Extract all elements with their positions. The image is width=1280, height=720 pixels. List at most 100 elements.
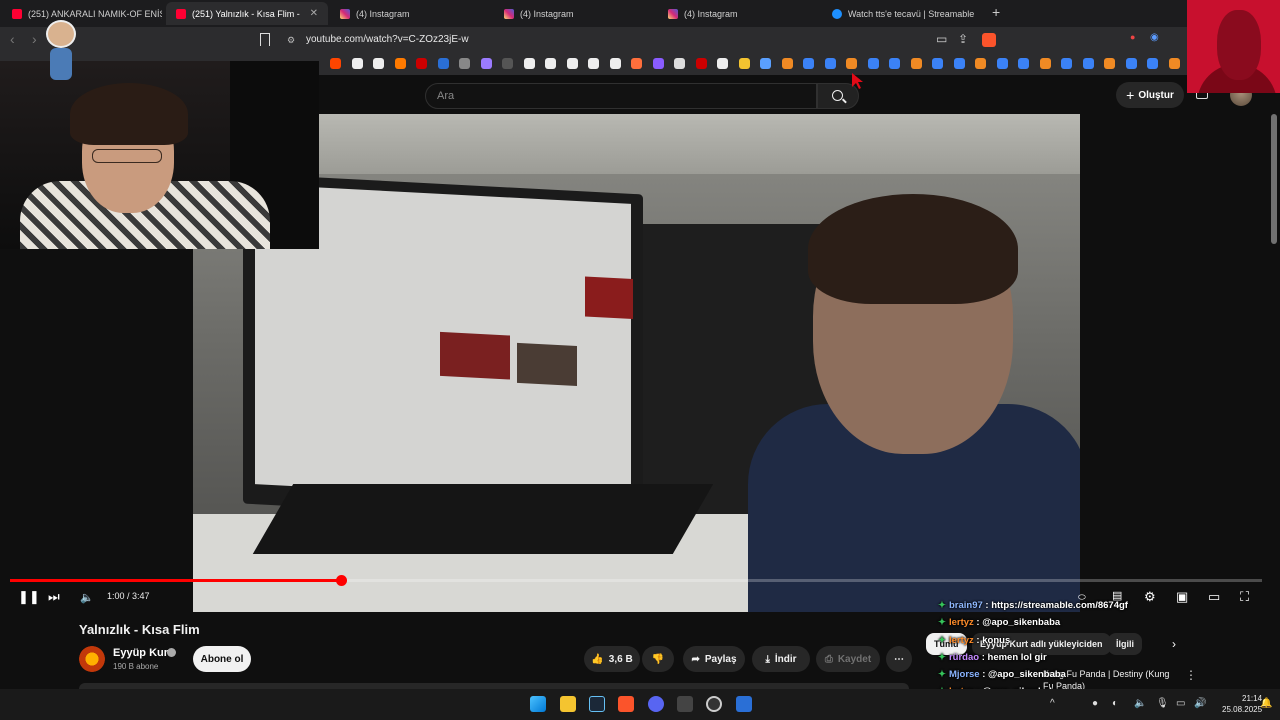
tray-chevron-icon[interactable]: ^ — [1050, 698, 1055, 709]
back-arrow-icon[interactable]: ‹ — [10, 31, 15, 47]
forward-arrow-icon[interactable]: › — [32, 31, 37, 47]
bookmark-favicon-icon[interactable] — [480, 58, 492, 69]
bookmark-favicon-icon[interactable] — [674, 58, 685, 69]
windows-start-icon[interactable] — [530, 696, 546, 712]
channel-avatar[interactable] — [79, 646, 105, 672]
bookmark-favicon-icon[interactable] — [996, 58, 1008, 69]
bookmark-favicon-icon[interactable] — [652, 58, 664, 69]
tray-volume-icon[interactable]: 🔊 — [1194, 698, 1206, 709]
tray-speaker-icon[interactable]: 🔈 — [1134, 698, 1146, 709]
bookmark-favicon-icon[interactable] — [1082, 58, 1094, 69]
brave-shield-icon[interactable] — [982, 33, 996, 47]
tray-network-icon[interactable]: ▭ — [1176, 698, 1185, 709]
bookmark-favicon-icon[interactable] — [846, 58, 857, 69]
bookmark-favicon-icon[interactable] — [1039, 58, 1051, 69]
download-button[interactable]: ⤓ İndir — [752, 646, 810, 672]
bookmark-favicon-icon[interactable] — [416, 58, 427, 69]
bookmark-favicon-icon[interactable] — [330, 58, 341, 69]
close-tab-icon[interactable]: ✕ — [310, 8, 318, 19]
chip-related[interactable]: İlgili — [1108, 633, 1142, 655]
bookmark-favicon-icon[interactable] — [1104, 58, 1115, 69]
bookmark-favicon-icon[interactable] — [459, 58, 470, 69]
next-icon[interactable]: ⏭ — [48, 589, 60, 605]
bookmark-favicon-icon[interactable] — [566, 58, 578, 69]
pause-icon[interactable]: ❚❚ — [18, 589, 40, 605]
more-actions-button[interactable]: ⋯ — [886, 646, 912, 672]
obs-icon[interactable] — [706, 696, 722, 712]
chips-next-icon[interactable]: › — [1172, 637, 1176, 651]
subscribe-button[interactable]: Abone ol — [193, 646, 251, 672]
tab-2-active[interactable]: (251) Yalnızlık - Kısa Flim - Yo ✕ — [166, 2, 328, 25]
bookmark-icon[interactable] — [260, 33, 270, 46]
share-icon[interactable]: ⇪ — [958, 32, 968, 46]
bookmark-favicon-icon[interactable] — [437, 58, 449, 69]
cast-icon[interactable]: ▭ — [936, 32, 947, 46]
system-clock[interactable]: 21:14 25.08.2025 — [1222, 693, 1262, 715]
tab-3[interactable]: (4) Instagram — [330, 2, 490, 25]
bookmark-favicon-icon[interactable] — [889, 58, 900, 69]
video-player[interactable] — [193, 114, 1080, 612]
tab-6[interactable]: Watch tts'e tecavü | Streamable — [822, 2, 986, 25]
bookmark-favicon-icon[interactable] — [975, 58, 986, 69]
progress-scrubber[interactable] — [335, 575, 347, 586]
volume-icon[interactable]: 🔈 — [80, 591, 94, 604]
bookmark-favicon-icon[interactable] — [1168, 58, 1180, 69]
bookmark-favicon-icon[interactable] — [717, 58, 728, 69]
bookmark-favicon-icon[interactable] — [609, 58, 621, 69]
bookmark-favicon-icon[interactable] — [373, 58, 384, 69]
channel-name[interactable]: Eyyüp Kurt — [113, 647, 172, 659]
tab-5[interactable]: (4) Instagram — [658, 2, 818, 25]
bookmark-favicon-icon[interactable] — [545, 58, 556, 69]
brave-browser-icon[interactable] — [618, 696, 634, 712]
site-settings-icon[interactable]: ⚙ — [287, 35, 295, 46]
extension-icon[interactable]: ● — [1130, 32, 1135, 42]
tray-app-icon[interactable]: ● — [1092, 698, 1098, 709]
new-tab-button[interactable]: + — [992, 4, 1000, 20]
page-scrollbar[interactable] — [1271, 114, 1277, 244]
bookmark-favicon-icon[interactable] — [394, 58, 406, 69]
bookmark-favicon-icon[interactable] — [695, 58, 707, 69]
bookmark-favicon-icon[interactable] — [631, 58, 642, 69]
share-button[interactable]: ➦ Paylaş — [683, 646, 745, 672]
bookmark-favicon-icon[interactable] — [932, 58, 943, 69]
theater-mode-icon[interactable]: ▭ — [1208, 589, 1220, 605]
bookmark-favicon-icon[interactable] — [953, 58, 965, 69]
discord-icon[interactable] — [648, 696, 664, 712]
bookmark-favicon-icon[interactable] — [1018, 58, 1029, 69]
tab-1[interactable]: (251) ANKARALI NAMIK-OF ENİŞTE — [2, 2, 162, 25]
search-input[interactable]: Ara — [425, 83, 817, 109]
bookmark-favicon-icon[interactable] — [523, 58, 535, 69]
file-explorer-icon[interactable] — [560, 696, 576, 712]
tray-microphone-icon[interactable]: 🎙 — [1156, 698, 1169, 709]
tray-steam-icon[interactable]: ◐ — [1112, 698, 1118, 709]
video-progress-bar[interactable] — [10, 575, 1262, 586]
like-button[interactable]: 👍 3,6 B — [584, 646, 640, 672]
bookmark-favicon-icon[interactable] — [1125, 58, 1137, 69]
bookmark-favicon-icon[interactable] — [803, 58, 814, 69]
bookmark-favicon-icon[interactable] — [1061, 58, 1072, 69]
bookmark-favicon-icon[interactable] — [760, 58, 771, 69]
audio-extension-icon[interactable]: ◉ — [1150, 32, 1159, 43]
bookmark-favicon-icon[interactable] — [1147, 58, 1158, 69]
bookmark-favicon-icon[interactable] — [502, 58, 513, 69]
bookmark-favicon-icon[interactable] — [824, 58, 836, 69]
steam-icon[interactable] — [589, 696, 605, 712]
miniplayer-icon[interactable]: ▣ — [1176, 589, 1188, 605]
settings-app-icon[interactable] — [736, 696, 752, 712]
save-button[interactable]: ⎙ Kaydet — [816, 646, 880, 672]
url-field[interactable]: youtube.com/watch?v=C-ZOz23jE-w — [306, 34, 469, 45]
create-button[interactable]: + Oluştur — [1116, 82, 1184, 108]
fullscreen-icon[interactable]: ⛶ — [1240, 589, 1249, 605]
bookmark-favicon-icon[interactable] — [588, 58, 599, 69]
dislike-button[interactable]: 👎 — [642, 646, 674, 672]
notification-bell-icon[interactable]: 🔔 — [1260, 698, 1272, 709]
bookmark-favicon-icon[interactable] — [910, 58, 922, 69]
bookmark-favicon-icon[interactable] — [867, 58, 879, 69]
settings-gear-icon[interactable]: ⚙ — [1144, 589, 1156, 605]
app-icon[interactable] — [677, 696, 693, 712]
bookmark-favicon-icon[interactable] — [738, 58, 750, 69]
tab-4[interactable]: (4) Instagram — [494, 2, 654, 25]
bookmark-favicon-icon[interactable] — [351, 58, 363, 69]
recommendation-menu-icon[interactable]: ⋮ — [1185, 668, 1197, 682]
bookmark-favicon-icon[interactable] — [781, 58, 793, 69]
